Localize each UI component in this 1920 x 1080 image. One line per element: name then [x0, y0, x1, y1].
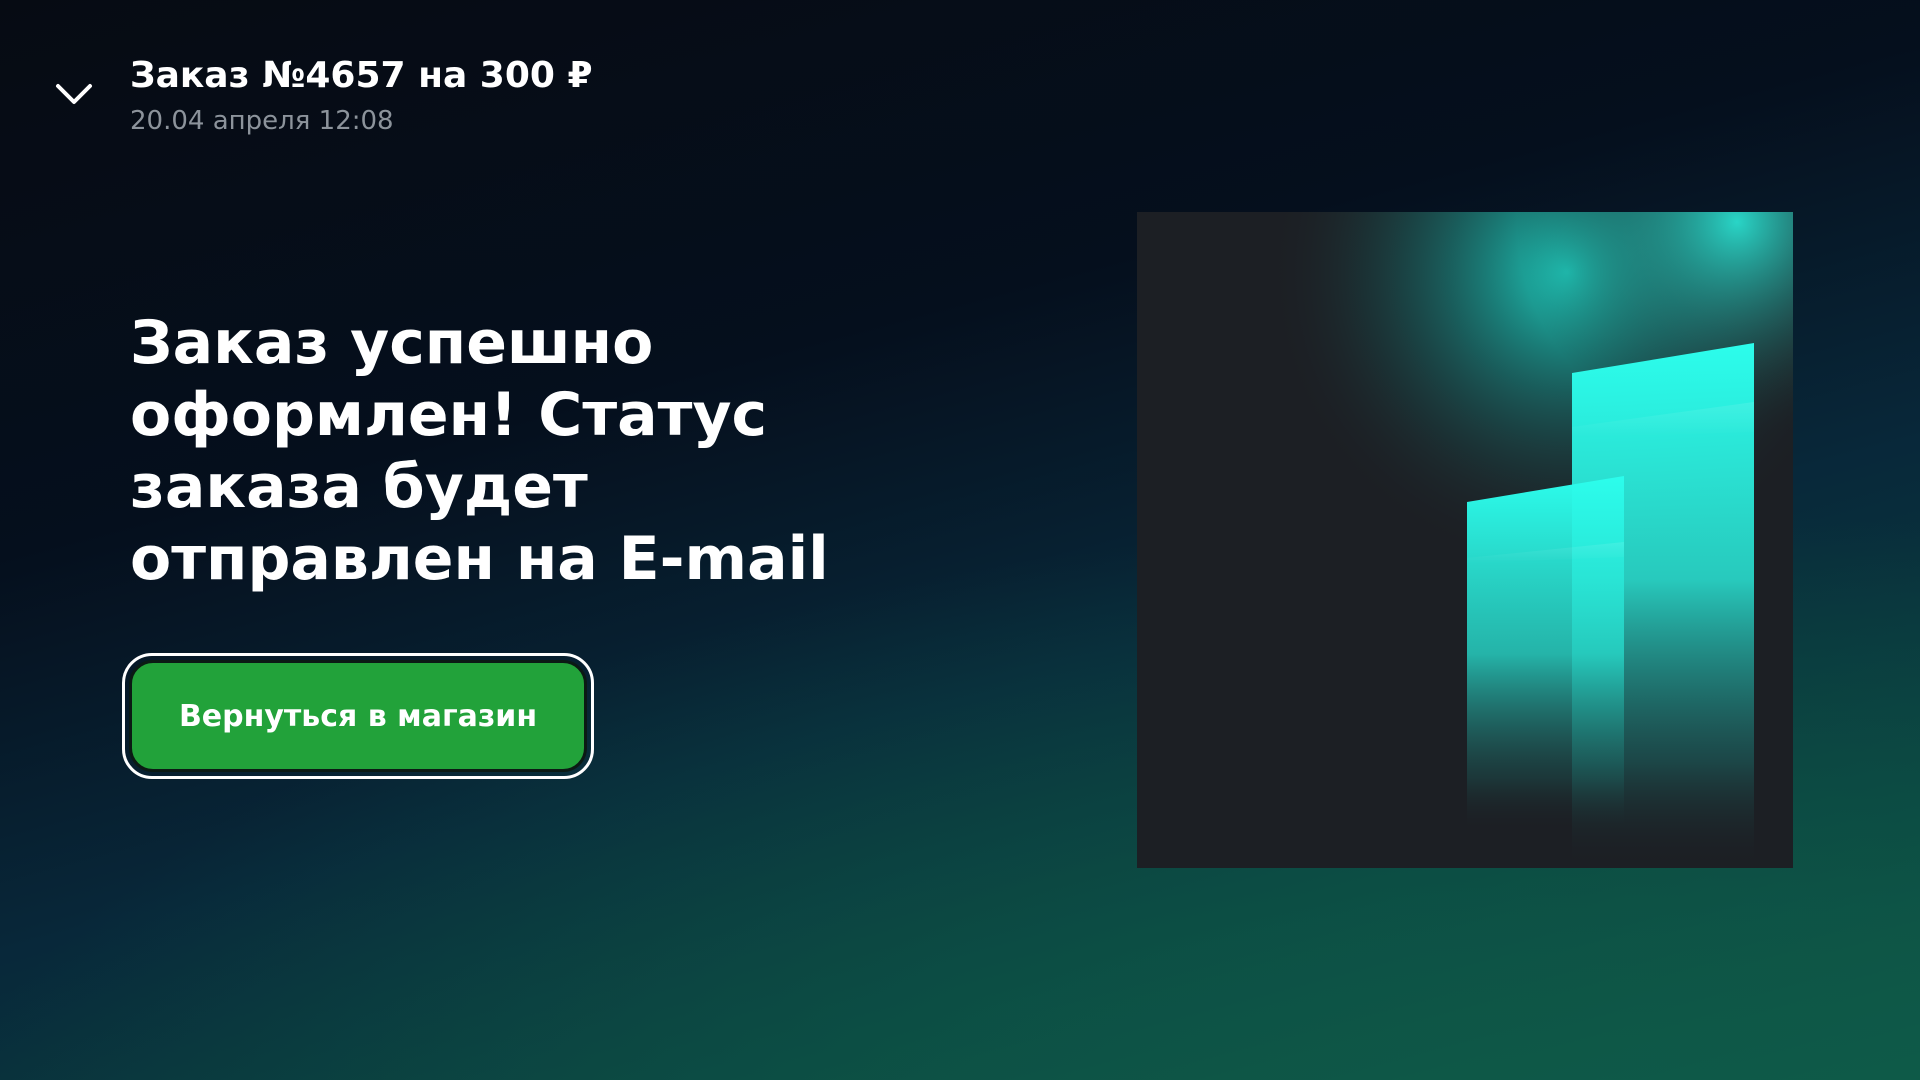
order-success-page: Заказ №4657 на 300 ₽ 20.04 апреля 12:08 … — [0, 0, 1920, 1080]
glowing-columns-illustration — [1137, 212, 1793, 868]
order-info: Заказ №4657 на 300 ₽ 20.04 апреля 12:08 — [130, 52, 593, 138]
chevron-down-icon — [56, 84, 92, 104]
order-details-toggle[interactable] — [48, 68, 100, 120]
illustration-svg — [1137, 212, 1793, 868]
back-to-shop-button[interactable]: Вернуться в магазин — [122, 653, 594, 779]
back-to-shop-button-label: Вернуться в магазин — [129, 660, 587, 772]
order-date: 20.04 апреля 12:08 — [130, 106, 394, 136]
order-summary-header: Заказ №4657 на 300 ₽ 20.04 апреля 12:08 — [48, 52, 593, 138]
success-message-heading: Заказ успешно оформлен! Статус заказа бу… — [130, 308, 829, 594]
order-title: Заказ №4657 на 300 ₽ — [130, 55, 593, 96]
